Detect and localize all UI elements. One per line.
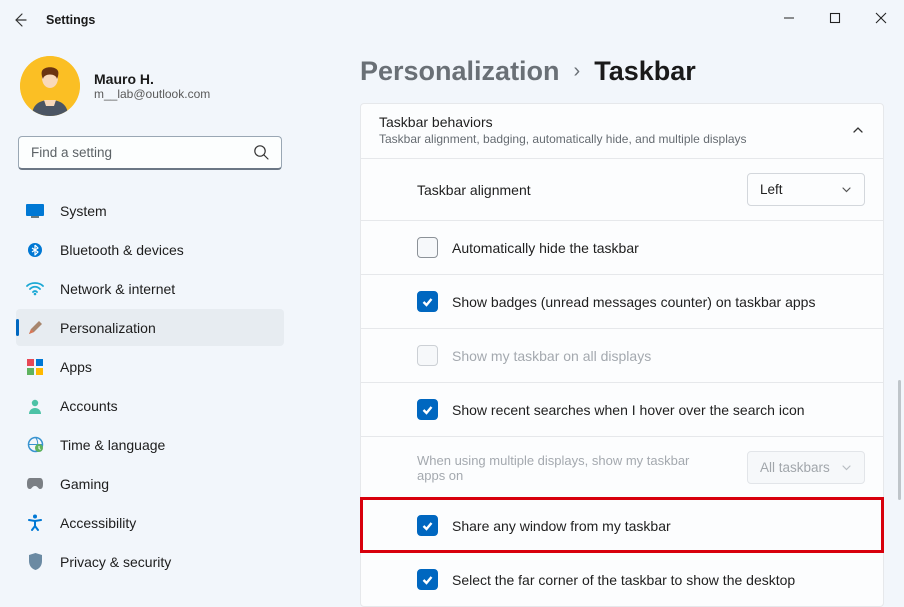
dropdown-value: All taskbars: [760, 460, 830, 475]
main-content: Personalization › Taskbar Taskbar behavi…: [360, 56, 884, 588]
minimize-icon: [783, 12, 795, 24]
row-recent-search: Show recent searches when I hover over t…: [361, 382, 883, 436]
bluetooth-icon: [26, 241, 44, 259]
share-window-checkbox[interactable]: [417, 515, 438, 536]
avatar: [20, 56, 80, 116]
breadcrumb-parent[interactable]: Personalization: [360, 56, 560, 87]
title-bar: Settings: [0, 0, 904, 40]
sidebar-item-privacy[interactable]: Privacy & security: [16, 543, 284, 580]
check-icon: [421, 295, 434, 308]
paintbrush-icon: [26, 319, 44, 337]
autohide-checkbox[interactable]: [417, 237, 438, 258]
search-input[interactable]: [18, 136, 282, 170]
close-button[interactable]: [858, 0, 904, 36]
scrollbar[interactable]: [898, 380, 901, 500]
system-icon: [26, 202, 44, 220]
chevron-down-icon: [841, 184, 852, 195]
close-icon: [875, 12, 887, 24]
nav-label: System: [60, 203, 107, 219]
arrow-left-icon: [12, 12, 28, 28]
person-icon: [26, 397, 44, 415]
gamepad-icon: [26, 475, 44, 493]
nav-label: Time & language: [60, 437, 165, 453]
chevron-down-icon: [841, 462, 852, 473]
multi-label: When using multiple displays, show my ta…: [417, 453, 697, 483]
nav-label: Network & internet: [60, 281, 175, 297]
share-window-label: Share any window from my taskbar: [452, 518, 865, 534]
autohide-label: Automatically hide the taskbar: [452, 240, 865, 256]
sidebar-item-system[interactable]: System: [16, 192, 284, 229]
check-icon: [421, 573, 434, 586]
chevron-up-icon: [851, 123, 865, 137]
sidebar-item-accounts[interactable]: Accounts: [16, 387, 284, 424]
sidebar-item-bluetooth[interactable]: Bluetooth & devices: [16, 231, 284, 268]
maximize-icon: [829, 12, 841, 24]
nav-label: Personalization: [60, 320, 156, 336]
shield-icon: [26, 553, 44, 571]
check-icon: [421, 519, 434, 532]
accessibility-icon: [26, 514, 44, 532]
sidebar: Mauro H. m__lab@outlook.com System Bluet…: [0, 44, 300, 580]
breadcrumb-current: Taskbar: [594, 56, 696, 87]
profile-email: m__lab@outlook.com: [94, 87, 210, 101]
sidebar-item-gaming[interactable]: Gaming: [16, 465, 284, 502]
profile-name: Mauro H.: [94, 71, 210, 87]
breadcrumb: Personalization › Taskbar: [360, 56, 884, 87]
maximize-button[interactable]: [812, 0, 858, 36]
section-header[interactable]: Taskbar behaviors Taskbar alignment, bad…: [361, 104, 883, 158]
badges-checkbox[interactable]: [417, 291, 438, 312]
wifi-icon: [26, 280, 44, 298]
nav-label: Accounts: [60, 398, 118, 414]
nav-label: Accessibility: [60, 515, 136, 531]
section-title: Taskbar behaviors: [379, 114, 747, 130]
nav-label: Apps: [60, 359, 92, 375]
all-displays-checkbox: [417, 345, 438, 366]
profile-block[interactable]: Mauro H. m__lab@outlook.com: [16, 56, 284, 116]
sidebar-item-network[interactable]: Network & internet: [16, 270, 284, 307]
nav-label: Privacy & security: [60, 554, 171, 570]
multi-dropdown: All taskbars: [747, 451, 865, 484]
badges-label: Show badges (unread messages counter) on…: [452, 294, 865, 310]
sidebar-item-apps[interactable]: Apps: [16, 348, 284, 385]
section-subtitle: Taskbar alignment, badging, automaticall…: [379, 132, 747, 146]
alignment-dropdown[interactable]: Left: [747, 173, 865, 206]
nav-list: System Bluetooth & devices Network & int…: [16, 192, 284, 580]
apps-icon: [26, 358, 44, 376]
minimize-button[interactable]: [766, 0, 812, 36]
row-all-displays: Show my taskbar on all displays: [361, 328, 883, 382]
check-icon: [421, 403, 434, 416]
row-badges: Show badges (unread messages counter) on…: [361, 274, 883, 328]
dropdown-value: Left: [760, 182, 783, 197]
far-corner-label: Select the far corner of the taskbar to …: [452, 572, 865, 588]
sidebar-item-accessibility[interactable]: Accessibility: [16, 504, 284, 541]
back-button[interactable]: [0, 0, 40, 40]
row-share-window: Share any window from my taskbar: [361, 498, 883, 552]
search-wrap: [16, 136, 284, 170]
clock-globe-icon: [26, 436, 44, 454]
nav-label: Gaming: [60, 476, 109, 492]
chevron-right-icon: ›: [574, 60, 581, 83]
recent-search-label: Show recent searches when I hover over t…: [452, 402, 865, 418]
all-displays-label: Show my taskbar on all displays: [452, 348, 865, 364]
row-multi-displays: When using multiple displays, show my ta…: [361, 436, 883, 498]
sidebar-item-personalization[interactable]: Personalization: [16, 309, 284, 346]
recent-search-checkbox[interactable]: [417, 399, 438, 420]
search-icon: [253, 144, 270, 161]
row-far-corner: Select the far corner of the taskbar to …: [361, 552, 883, 606]
window-title: Settings: [46, 13, 95, 27]
taskbar-behaviors-card: Taskbar behaviors Taskbar alignment, bad…: [360, 103, 884, 607]
nav-label: Bluetooth & devices: [60, 242, 184, 258]
window-controls: [766, 0, 904, 36]
row-autohide: Automatically hide the taskbar: [361, 220, 883, 274]
sidebar-item-time[interactable]: Time & language: [16, 426, 284, 463]
row-alignment: Taskbar alignment Left: [361, 158, 883, 220]
far-corner-checkbox[interactable]: [417, 569, 438, 590]
alignment-label: Taskbar alignment: [417, 182, 747, 198]
